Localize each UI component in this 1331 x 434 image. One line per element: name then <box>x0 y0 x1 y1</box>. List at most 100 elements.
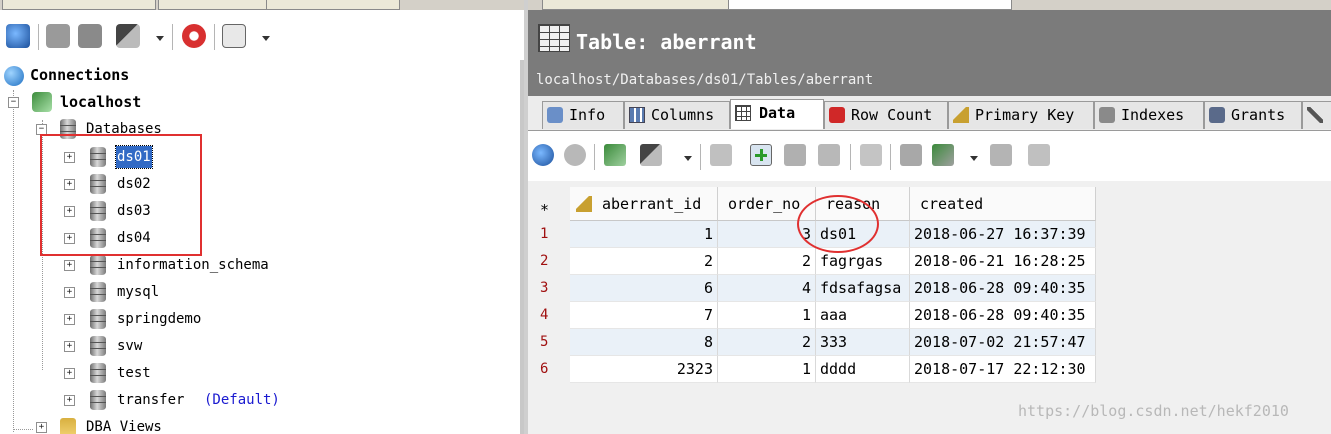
collapse-icon[interactable]: − <box>8 97 19 108</box>
tab-label: Info <box>569 106 606 124</box>
grid-icon <box>735 105 751 121</box>
tab-more[interactable] <box>1302 101 1331 129</box>
table-cell[interactable]: 2323 <box>570 356 718 383</box>
sql-icon[interactable] <box>640 144 662 166</box>
tab-data[interactable]: Data <box>730 99 824 129</box>
object-tree: Connections − localhost − Databases + ds… <box>0 60 520 434</box>
page-title: Table: aberrant <box>576 30 757 54</box>
refresh-icon[interactable] <box>6 24 30 48</box>
rollback-icon[interactable] <box>990 144 1012 166</box>
expand-icon[interactable]: + <box>64 314 75 325</box>
table-cell[interactable]: 2 <box>570 248 718 275</box>
expand-icon[interactable]: + <box>36 422 47 433</box>
row-number[interactable]: 5 <box>528 329 568 356</box>
table-cell[interactable]: dddd <box>816 356 910 383</box>
table-cell[interactable]: 2 <box>718 248 816 275</box>
row-number[interactable]: 3 <box>528 275 568 302</box>
chevron-down-icon[interactable] <box>262 36 270 41</box>
undo-icon[interactable] <box>1028 144 1050 166</box>
clear-icon[interactable] <box>818 144 840 166</box>
export-icon[interactable] <box>604 144 626 166</box>
table-cell[interactable]: fdsafagsa <box>816 275 910 302</box>
grants-icon <box>1209 107 1225 123</box>
edit-icon[interactable] <box>860 144 882 166</box>
table-subtabs: Info Columns Data Row Count Primary Key … <box>528 96 1331 131</box>
commit-icon[interactable] <box>900 144 922 166</box>
table-cell[interactable]: aaa <box>816 302 910 329</box>
table-cell[interactable]: 2018-07-02 21:57:47 <box>910 329 1096 356</box>
column-header-created[interactable]: created <box>910 187 1096 221</box>
tab-row-count[interactable]: Row Count <box>824 101 948 129</box>
table-cell[interactable]: 2018-07-17 22:12:30 <box>910 356 1096 383</box>
column-header-label: created <box>920 195 984 213</box>
annotation-red-box <box>40 134 202 256</box>
table-cell[interactable]: 7 <box>570 302 718 329</box>
table-cell[interactable]: 333 <box>816 329 910 356</box>
chevron-down-icon[interactable] <box>156 36 164 41</box>
left-tab-strip <box>0 0 524 10</box>
database-icon <box>90 309 106 329</box>
expand-icon[interactable]: + <box>64 395 75 406</box>
database-icon <box>90 282 106 302</box>
table-cell[interactable]: 1 <box>570 221 718 248</box>
table-cell[interactable]: 2018-06-21 16:28:25 <box>910 248 1096 275</box>
column-header-label: aberrant_id <box>602 195 702 213</box>
toolbar-separator <box>214 24 215 50</box>
expand-icon[interactable]: + <box>64 368 75 379</box>
toolbar-separator <box>890 144 891 170</box>
filter-icon[interactable] <box>222 24 246 48</box>
database-icon <box>90 336 106 356</box>
tab-favorites[interactable] <box>266 0 400 10</box>
tree-db-label: information_schema <box>117 257 269 273</box>
tab-indexes[interactable]: Indexes <box>1094 101 1204 129</box>
wrench-icon <box>1307 107 1323 123</box>
tab-grants[interactable]: Grants <box>1204 101 1302 129</box>
delete-row-icon[interactable] <box>784 144 806 166</box>
expand-icon[interactable]: + <box>64 260 75 271</box>
sql-icon[interactable] <box>78 24 102 48</box>
stop-icon[interactable] <box>564 144 586 166</box>
tab-primary-key[interactable]: Primary Key <box>948 101 1094 129</box>
copy-icon[interactable] <box>710 144 732 166</box>
tree-label-dba-views: DBA Views <box>86 419 162 434</box>
table-cell[interactable]: 6 <box>570 275 718 302</box>
connect-icon[interactable] <box>116 24 140 48</box>
row-number[interactable]: 2 <box>528 248 568 275</box>
table-cell[interactable]: 2018-06-27 16:37:39 <box>910 221 1096 248</box>
key-icon <box>953 107 969 123</box>
add-row-icon[interactable] <box>750 144 772 166</box>
editor-tab-active[interactable] <box>728 0 1012 10</box>
stop-icon[interactable] <box>182 24 206 48</box>
left-toolbar <box>0 14 524 60</box>
tree-db-label: mysql <box>117 284 160 300</box>
table-cell[interactable]: 1 <box>718 302 816 329</box>
tab-info[interactable]: Info <box>542 101 624 129</box>
database-icon <box>90 255 106 275</box>
apply-icon[interactable] <box>932 144 954 166</box>
data-toolbar <box>528 131 1331 181</box>
table-cell[interactable]: 1 <box>718 356 816 383</box>
database-icon <box>90 363 106 383</box>
tab-label: Primary Key <box>975 106 1075 124</box>
tab-databases[interactable] <box>2 0 156 10</box>
chevron-down-icon[interactable] <box>684 156 692 161</box>
editor-tab-1[interactable] <box>542 0 736 10</box>
watermark: https://blog.csdn.net/hekf2010 <box>1018 402 1289 420</box>
table-cell[interactable]: 8 <box>570 329 718 356</box>
refresh-icon[interactable] <box>532 144 554 166</box>
table-cell[interactable]: 2 <box>718 329 816 356</box>
tab-label: Indexes <box>1121 106 1185 124</box>
table-cell[interactable]: 4 <box>718 275 816 302</box>
row-number[interactable]: 6 <box>528 356 568 383</box>
schema-icon[interactable] <box>46 24 70 48</box>
expand-icon[interactable]: + <box>64 341 75 352</box>
tab-scripts[interactable] <box>158 0 278 10</box>
table-cell[interactable]: 2018-06-28 09:40:35 <box>910 275 1096 302</box>
expand-icon[interactable]: + <box>64 287 75 298</box>
tab-columns[interactable]: Columns <box>624 101 730 129</box>
chevron-down-icon[interactable] <box>970 156 978 161</box>
table-cell[interactable]: 2018-06-28 09:40:35 <box>910 302 1096 329</box>
column-header-aberrant-id[interactable]: aberrant_id <box>570 187 718 221</box>
row-number[interactable]: 1 <box>528 221 568 248</box>
row-number[interactable]: 4 <box>528 302 568 329</box>
